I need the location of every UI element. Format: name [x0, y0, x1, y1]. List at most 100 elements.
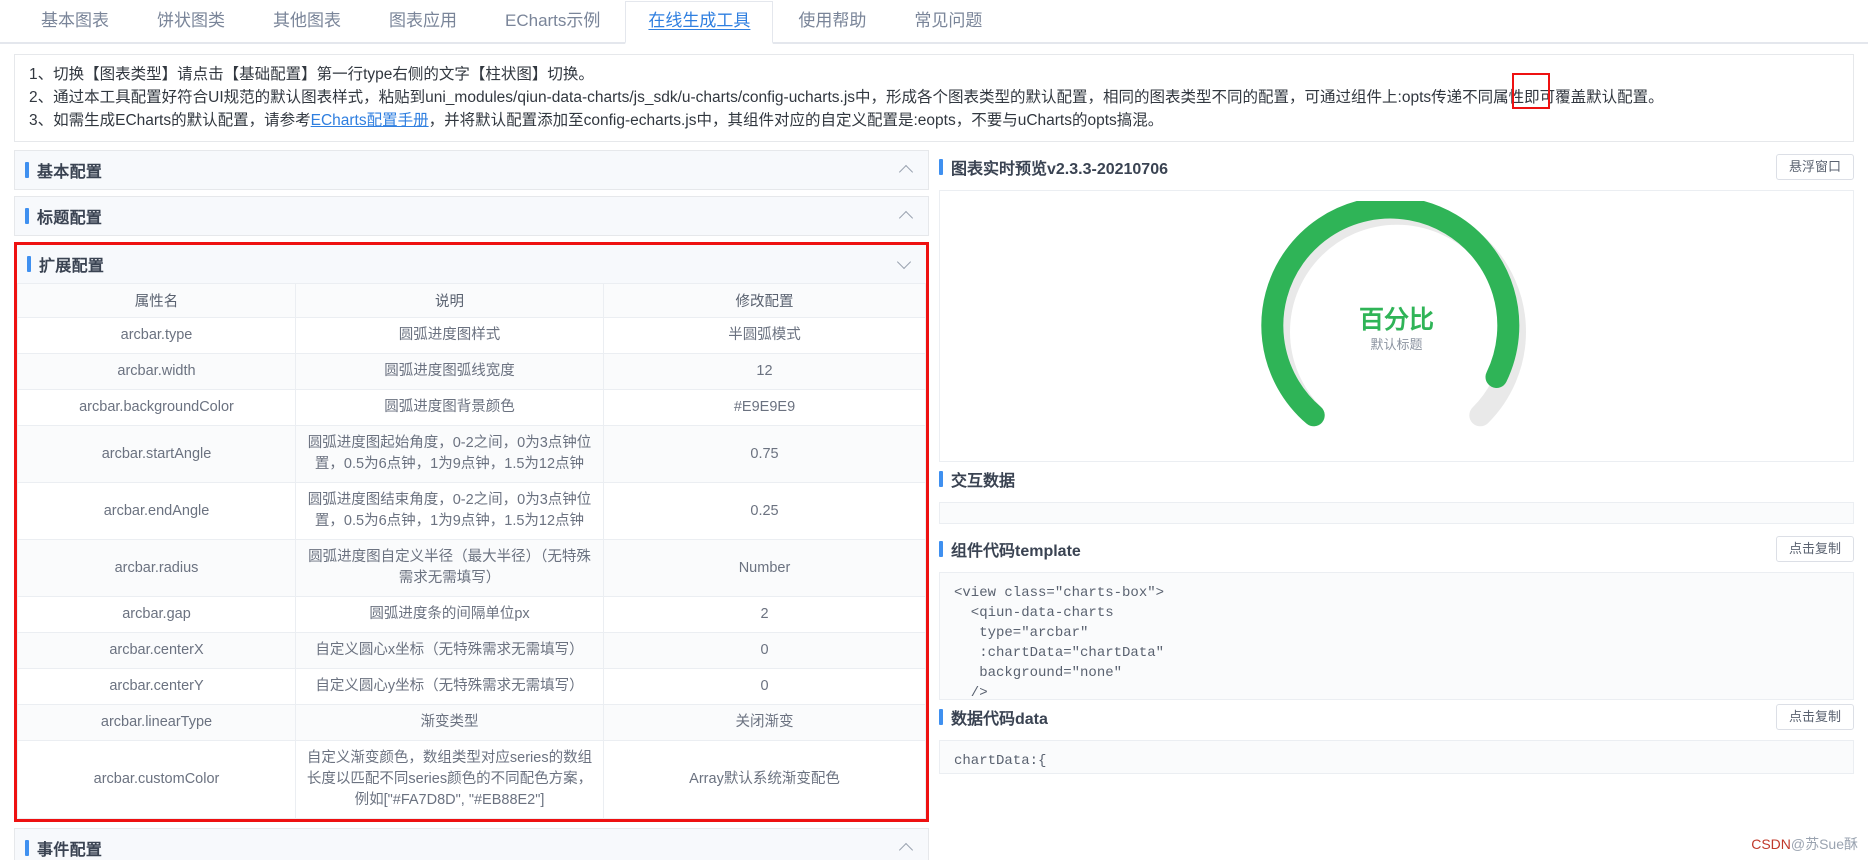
chevron-up-icon[interactable]: [900, 841, 914, 855]
panel-basic-config[interactable]: 基本配置: [14, 150, 929, 190]
arcbar-chart: [940, 191, 1853, 461]
cell-description: 圆弧进度图背景颜色: [295, 389, 604, 426]
notice-line-2: 2、通过本工具配置好符合UI规范的默认图表样式，粘贴到uni_modules/q…: [29, 89, 1664, 106]
cell-property: arcbar.endAngle: [17, 482, 296, 540]
watermark-user: @苏Sue酥: [1790, 836, 1858, 852]
watermark: CSDN@苏Sue酥: [1751, 834, 1858, 854]
panel-basic-config-header[interactable]: 基本配置: [15, 151, 928, 189]
left-column: 基本配置 标题配置 扩展配置 属性名 说明 修改配置 arcbar.type 圆…: [14, 150, 929, 860]
table-body: arcbar.type 圆弧进度图样式 半圆弧模式 arcbar.width 圆…: [17, 317, 926, 819]
data-code-block[interactable]: chartData:{: [939, 740, 1854, 774]
table-header-row: 属性名 说明 修改配置: [17, 283, 926, 318]
section-marker-icon: [25, 208, 29, 224]
tab-basic-charts[interactable]: 基本图表: [18, 1, 132, 42]
panel-event-config[interactable]: 事件配置: [14, 828, 929, 860]
chevron-down-icon[interactable]: [898, 257, 912, 271]
section-marker-icon: [25, 840, 29, 856]
cell-value[interactable]: 半圆弧模式: [603, 317, 926, 354]
table-row: arcbar.gap 圆弧进度条的间隔单位px 2: [17, 596, 926, 633]
notice-line-3-suffix: ，并将默认配置添加至config-echarts.js中，其组件对应的自定义配置…: [428, 112, 1164, 129]
watermark-brand: CSDN: [1751, 836, 1791, 852]
panel-extend-config-title: 扩展配置: [39, 258, 105, 275]
preview-title: 图表实时预览v2.3.3-20210706: [951, 161, 1169, 178]
app-root: 基本图表 饼状图类 其他图表 图表应用 ECharts示例 在线生成工具 使用帮…: [0, 0, 1868, 860]
tab-faq[interactable]: 常见问题: [891, 1, 1005, 42]
cell-description: 自定义圆心x坐标（无特殊需求无需填写）: [295, 632, 604, 669]
cell-property: arcbar.width: [17, 353, 296, 390]
panel-extend-config-header[interactable]: 扩展配置: [17, 245, 926, 283]
section-marker-icon: [25, 162, 29, 178]
chevron-up-icon[interactable]: [900, 163, 914, 177]
column-header-value: 修改配置: [603, 283, 926, 318]
table-row: arcbar.linearType 渐变类型 关闭渐变: [17, 704, 926, 741]
tab-other-charts[interactable]: 其他图表: [250, 1, 364, 42]
table-row: arcbar.centerY 自定义圆心y坐标（无特殊需求无需填写） 0: [17, 668, 926, 705]
cell-property: arcbar.customColor: [17, 740, 296, 819]
panel-event-config-header[interactable]: 事件配置: [15, 829, 928, 860]
template-code-block[interactable]: <view class="charts-box"> <qiun-data-cha…: [939, 572, 1854, 700]
table-row: arcbar.centerX 自定义圆心x坐标（无特殊需求无需填写） 0: [17, 632, 926, 669]
cell-description: 渐变类型: [295, 704, 604, 741]
section-marker-icon: [939, 709, 943, 725]
cell-property: arcbar.linearType: [17, 704, 296, 741]
panel-extend-config[interactable]: 扩展配置 属性名 说明 修改配置 arcbar.type 圆弧进度图样式 半圆弧…: [14, 242, 929, 822]
tab-pie-charts[interactable]: 饼状图类: [134, 1, 248, 42]
panel-basic-config-title: 基本配置: [37, 164, 103, 181]
interactive-data-box[interactable]: [939, 502, 1854, 524]
cell-value[interactable]: 2: [603, 596, 926, 633]
extend-config-table: 属性名 说明 修改配置 arcbar.type 圆弧进度图样式 半圆弧模式 ar…: [17, 283, 926, 819]
panel-title-config-header[interactable]: 标题配置: [15, 197, 928, 235]
section-marker-icon: [27, 256, 31, 272]
tab-online-generator[interactable]: 在线生成工具: [625, 1, 774, 44]
cell-value[interactable]: 0: [603, 668, 926, 705]
chart-preview-box[interactable]: 百分比 默认标题: [939, 190, 1854, 462]
notice-line-1: 1、切换【图表类型】请点击【基础配置】第一行type右侧的文字【柱状图】切换。: [29, 66, 594, 83]
notice-panel: 1、切换【图表类型】请点击【基础配置】第一行type右侧的文字【柱状图】切换。 …: [14, 54, 1854, 142]
cell-value[interactable]: 关闭渐变: [603, 704, 926, 741]
cell-property: arcbar.gap: [17, 596, 296, 633]
table-row: arcbar.width 圆弧进度图弧线宽度 12: [17, 353, 926, 390]
main-tab-bar: 基本图表 饼状图类 其他图表 图表应用 ECharts示例 在线生成工具 使用帮…: [0, 0, 1868, 44]
template-code-title: 组件代码template: [951, 543, 1081, 560]
cell-description: 圆弧进度图弧线宽度: [295, 353, 604, 390]
table-row: arcbar.customColor 自定义渐变颜色，数组类型对应series的…: [17, 740, 926, 819]
panel-event-config-title: 事件配置: [37, 842, 103, 859]
tab-help[interactable]: 使用帮助: [775, 1, 889, 42]
cell-value[interactable]: #E9E9E9: [603, 389, 926, 426]
cell-value[interactable]: 0.25: [603, 482, 926, 540]
preview-header: 图表实时预览v2.3.3-20210706 悬浮窗口: [939, 150, 1854, 184]
right-column: 图表实时预览v2.3.3-20210706 悬浮窗口 百分比 默认标题 交互数据…: [939, 150, 1854, 860]
cell-value[interactable]: Number: [603, 539, 926, 597]
copy-template-button[interactable]: 点击复制: [1775, 536, 1854, 562]
cell-value[interactable]: 12: [603, 353, 926, 390]
column-header-property: 属性名: [17, 283, 296, 318]
section-marker-icon: [939, 159, 943, 175]
cell-description: 圆弧进度图起始角度，0-2之间，0为3点钟位置，0.5为6点钟，1为9点钟，1.…: [295, 425, 604, 483]
table-row: arcbar.backgroundColor 圆弧进度图背景颜色 #E9E9E9: [17, 389, 926, 426]
cell-value[interactable]: 0: [603, 632, 926, 669]
table-row: arcbar.type 圆弧进度图样式 半圆弧模式: [17, 317, 926, 354]
cell-property: arcbar.type: [17, 317, 296, 354]
interactive-data-header: 交互数据: [939, 462, 1854, 496]
cell-value[interactable]: 0.75: [603, 425, 926, 483]
cell-value[interactable]: Array默认系统渐变配色: [603, 740, 926, 819]
notice-line-3: 3、如需生成ECharts的默认配置，请参考ECharts配置手册，并将默认配置…: [29, 109, 1841, 132]
panel-title-config-title: 标题配置: [37, 210, 103, 227]
interactive-data-title: 交互数据: [951, 473, 1016, 490]
cell-property: arcbar.centerX: [17, 632, 296, 669]
column-header-description: 说明: [295, 283, 604, 318]
copy-data-button[interactable]: 点击复制: [1775, 704, 1854, 730]
arcbar-progress: [1260, 201, 1519, 427]
cell-description: 自定义渐变颜色，数组类型对应series的数组长度以匹配不同series颜色的不…: [295, 740, 604, 819]
float-window-button[interactable]: 悬浮窗口: [1775, 154, 1854, 180]
echarts-manual-link[interactable]: ECharts配置手册: [311, 112, 429, 129]
data-code-title: 数据代码data: [951, 711, 1048, 728]
tab-chart-apps[interactable]: 图表应用: [366, 1, 480, 42]
content-columns: 基本配置 标题配置 扩展配置 属性名 说明 修改配置 arcbar.type 圆…: [0, 142, 1868, 860]
table-row: arcbar.startAngle 圆弧进度图起始角度，0-2之间，0为3点钟位…: [17, 425, 926, 483]
chevron-up-icon[interactable]: [900, 209, 914, 223]
data-code-header: 数据代码data 点击复制: [939, 700, 1854, 734]
tab-echarts-examples[interactable]: ECharts示例: [482, 1, 623, 42]
cell-description: 圆弧进度条的间隔单位px: [295, 596, 604, 633]
panel-title-config[interactable]: 标题配置: [14, 196, 929, 236]
